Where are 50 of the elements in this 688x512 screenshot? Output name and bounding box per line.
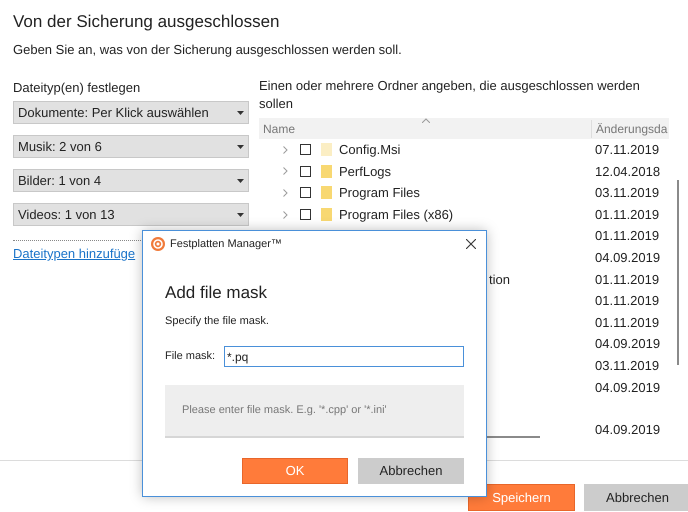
date-cell-text: 01.11.2019 — [594, 227, 660, 246]
date-cell-text: 04.09.2019 — [594, 378, 660, 397]
column-header[interactable]: Name — [263, 120, 591, 138]
window-title: Von der Sicherung ausgeschlossen — [13, 11, 280, 33]
dialog-button[interactable]: Abbrechen — [584, 484, 688, 511]
folder-name[interactable]: Program Files — [339, 183, 420, 203]
date-cell-text: 01.11.2019 — [594, 206, 660, 224]
date-cell-text: 01.11.2019 — [594, 270, 660, 289]
folder-checkbox[interactable] — [300, 187, 311, 198]
file-type-dropdown[interactable]: Dokumente: Per Klick auswählen — [13, 101, 249, 124]
date-cell-text: 04.09.2019 — [594, 249, 660, 268]
date-cell-text: 01.11.2019 — [594, 292, 660, 310]
vertical-scrollbar[interactable] — [677, 180, 679, 365]
date-cell-text: 04.09.2019 — [594, 421, 660, 440]
file-type-dropdown[interactable]: Musik: 2 von 6 — [13, 135, 249, 158]
date-cell-text: 01.11.2019 — [594, 314, 660, 332]
caret-icon — [237, 144, 244, 148]
date-cell-text: 03.11.2019 — [594, 184, 660, 202]
folder-checkbox[interactable] — [300, 166, 311, 177]
hint-box: Please enter file mask. E.g. '*.cpp' or '*.ini' — [165, 385, 464, 438]
date-cell-text: 03.11.2019 — [594, 356, 660, 375]
field-label: File mask: — [165, 349, 216, 364]
expand-chevron-icon[interactable] — [283, 146, 288, 154]
section-label: Dateityp(en) festlegen — [13, 79, 142, 97]
folder-checkbox[interactable] — [300, 144, 311, 156]
folder-name[interactable]: tion — [489, 270, 510, 290]
folder-name[interactable]: Config.Msi — [339, 140, 400, 160]
file-type-dropdown[interactable]: Videos: 1 von 13 — [13, 203, 249, 226]
dialog-description: Specify the file mask. — [165, 314, 270, 328]
dialog-button[interactable]: Abbrechen — [358, 458, 464, 484]
close-icon[interactable] — [466, 239, 476, 249]
file-mask-input[interactable]: *.pq — [224, 346, 464, 367]
folder-name[interactable]: Program Files (x86) — [339, 204, 454, 224]
caret-icon — [237, 110, 244, 114]
date-cell-text: 04.09.2019 — [594, 335, 660, 354]
caret-icon — [237, 178, 244, 182]
column-header[interactable]: Änderungsda — [591, 120, 669, 138]
expand-chevron-icon[interactable] — [283, 210, 288, 219]
section-label: Einen oder mehrere Ordner angeben, die ausgeschlossen werden sollen — [259, 77, 641, 113]
file-type-dropdown[interactable]: Bilder: 1 von 4 — [13, 169, 249, 192]
expand-chevron-icon[interactable] — [283, 188, 288, 197]
folder-name[interactable]: PerfLogs — [339, 162, 392, 182]
caret-icon — [237, 212, 244, 216]
folder-checkbox[interactable] — [300, 209, 311, 220]
date-cell-text: 07.11.2019 — [594, 141, 660, 160]
dialog-heading: Add file mask — [165, 282, 268, 304]
date-cell-text: 12.04.2018 — [594, 162, 660, 181]
subtitle: Geben Sie an, was von der Sicherung ausgeschlossen werden soll. — [13, 41, 402, 59]
expand-chevron-icon[interactable] — [283, 167, 288, 176]
app-logo-icon — [151, 237, 165, 251]
